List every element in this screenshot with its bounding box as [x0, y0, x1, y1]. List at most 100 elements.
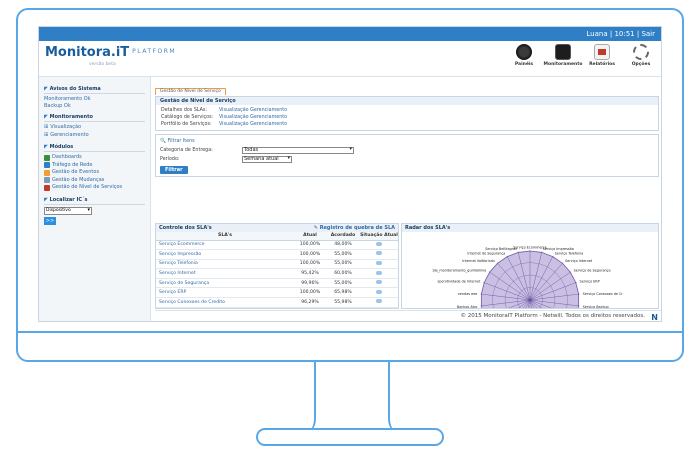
filter-button[interactable]: Filtrar	[160, 166, 188, 174]
row-links[interactable]: Visualização Gerenciamento	[219, 107, 287, 114]
sidebar-item-gerenciamento[interactable]: ⊞ Gerenciamento	[44, 132, 145, 140]
sla-name[interactable]: Serviço Internet	[156, 268, 294, 279]
modules-title: Módulos	[44, 144, 145, 152]
clock: 10:51	[614, 30, 635, 38]
column-header[interactable]: SLA's	[156, 232, 294, 241]
header-nav-label: Painéis	[514, 62, 534, 67]
row-label: Catálogo de Serviços:	[161, 115, 214, 120]
screen: Luana | 10:51 | Sair Monitora.iT PLATFORM…	[38, 26, 662, 322]
category-select[interactable]: Todas	[242, 147, 354, 154]
filter-period-row: Período: Semana atual	[160, 155, 654, 164]
module-item[interactable]: Gestão de Nível de Serviços	[44, 184, 145, 192]
module-item[interactable]: Dashboards	[44, 154, 145, 162]
header-nav: Painéis Monitoramento Relatórios Opções	[508, 44, 657, 67]
monitor-neck-left	[292, 361, 316, 437]
main-panel: Gestão de Nível de Serviço Gestão de Nív…	[155, 77, 659, 309]
module-item[interactable]: Tráfego de Rede	[44, 162, 145, 170]
sla-current: 100,00%	[294, 259, 326, 270]
ok-cloud-icon	[376, 280, 382, 285]
radar-axis-label: Sla_monitoramento_gurillamina	[432, 268, 486, 272]
device-select[interactable]: Dispositivo	[44, 206, 92, 215]
sla-name[interactable]: Serviço Telefonia	[156, 259, 294, 270]
locate-title: Localizar IC´s	[44, 197, 145, 205]
table-row[interactable]: Serviço Internet 95,42% 60,00%	[156, 268, 398, 279]
header-nav-gear[interactable]: Opções	[625, 44, 657, 67]
tab-gestao-nivel-servico[interactable]: Gestão de Nível de Serviço	[155, 88, 226, 95]
alerts-title: Avisos do Sistema	[44, 86, 145, 94]
locate-go-button[interactable]: >>	[44, 216, 56, 225]
filter-category-row: Categoria de Entrega: Todas	[160, 146, 654, 155]
sla-agreed: 48,00%	[326, 240, 360, 251]
sla-agreed: 55,00%	[326, 278, 360, 289]
sla-name[interactable]: Serviço backup	[156, 307, 294, 308]
radar-axis-label: Serviço Impressão	[543, 247, 574, 251]
table-row[interactable]: Serviço Impressão 100,00% 55,00%	[156, 249, 398, 260]
radar-axis-label: Serviço Telefonia	[555, 252, 584, 256]
sla-break-log-link[interactable]: ✎ Registro de quebra de SLA	[314, 224, 395, 232]
table-row[interactable]: Serviço backup99,76%50,00%	[156, 307, 398, 308]
module-label: Gestão de Mudanças	[52, 176, 105, 183]
sla-name[interactable]: Serviço Ecommerce	[156, 240, 294, 251]
bottom-panels: Controle dos SLA's ✎ Registro de quebra …	[155, 223, 659, 309]
module-icon	[44, 184, 50, 191]
sla-current: 100,00%	[294, 249, 326, 260]
filter-title: 🔍 Filtrar Itens	[160, 137, 654, 146]
sla-current: 100,00%	[294, 240, 326, 251]
radar-axis-label: vendas eee	[458, 292, 478, 296]
sidebar-item-label: Gerenciamento	[50, 131, 89, 138]
sla-agreed: 55,98%	[326, 297, 360, 308]
sla-current: 99,76%	[294, 307, 326, 308]
header-nav-monitor[interactable]: Monitoramento	[544, 44, 583, 67]
row-label: Detalhes dos SLAs:	[161, 108, 208, 113]
table-row[interactable]: Serviço de Segurança 99,96% 55,00%	[156, 278, 398, 289]
radar-axis-label: Serviço Internet	[565, 259, 593, 263]
sla-agreed: 65,98%	[326, 287, 360, 299]
radar-header: Radar dos SLA's	[402, 224, 658, 232]
ok-cloud-icon	[376, 270, 382, 275]
sla-status	[360, 249, 398, 260]
table-row[interactable]: Serviço Telefonia 100,00% 55,00%	[156, 259, 398, 270]
module-label: Gestão de Eventos	[52, 169, 100, 175]
module-item[interactable]: Gestão de Eventos	[44, 169, 145, 177]
logout-link[interactable]: Sair	[641, 30, 655, 38]
column-header[interactable]: Acordado	[326, 232, 360, 241]
service-links: Detalhes dos SLAs: Visualização Gerenciam…	[156, 105, 658, 130]
row-links[interactable]: Visualização Gerenciamento	[219, 121, 287, 128]
radar-axis-label: Serviço Bellitagran	[485, 247, 517, 251]
header-nav-report[interactable]: Relatórios	[586, 44, 618, 67]
sla-name[interactable]: Serviço Conexoes de Credito	[156, 297, 294, 308]
ok-cloud-icon	[376, 299, 382, 304]
table-row[interactable]: Serviço Ecommerce 100,00% 48,00%	[156, 240, 398, 251]
sla-name[interactable]: Serviço de Segurança	[156, 278, 294, 289]
period-select[interactable]: Semana atual	[242, 156, 292, 163]
monitor-neck-right	[388, 361, 412, 437]
sla-agreed: 50,00%	[326, 307, 360, 308]
header-nav-label: Monitoramento	[543, 62, 583, 67]
sla-name[interactable]: Serviço ERP	[156, 287, 294, 299]
sidebar-item-visualizacao[interactable]: ⊞ Visualização	[44, 124, 145, 132]
table-row[interactable]: Serviço ERP 100,00% 65,98%	[156, 287, 398, 299]
footer-copyright: © 2015 MonitoraIT Platform - Netwill. To…	[460, 313, 646, 319]
service-link-row: Detalhes dos SLAs: Visualização Gerenciam…	[156, 107, 658, 114]
module-icon	[44, 169, 50, 176]
radar-axis-label: Serviço Conexoes de Cr	[583, 292, 624, 296]
module-item[interactable]: Gestão de Mudanças	[44, 177, 145, 185]
ok-cloud-icon	[376, 251, 382, 256]
sla-status	[360, 297, 398, 308]
header-nav-gauge[interactable]: Painéis	[508, 44, 540, 67]
service-level-box: Gestão de Nível de Serviço Detalhes dos …	[155, 96, 659, 131]
radar-axis-label: Serviço ERP	[580, 280, 600, 284]
monitor-illustration: Luana | 10:51 | Sair Monitora.iT PLATFORM…	[0, 0, 700, 465]
sla-name[interactable]: Serviço Impressão	[156, 249, 294, 260]
sla-status	[360, 287, 398, 299]
app-logo[interactable]: Monitora.iT PLATFORM	[45, 45, 176, 60]
radar-axis-label: Internet de Segurança	[467, 252, 505, 256]
row-links[interactable]: Visualização Gerenciamento	[219, 114, 287, 121]
sla-table-title: Controle dos SLA's	[159, 225, 212, 231]
column-header[interactable]: Situação Atual	[360, 232, 398, 241]
table-row[interactable]: Serviço Conexoes de Credito 96,29% 55,98%	[156, 297, 398, 308]
sla-agreed: 60,00%	[326, 268, 360, 279]
radar-axis-label: Backup Atro	[457, 305, 478, 309]
sla-status	[360, 307, 398, 308]
column-header[interactable]: Atual	[294, 232, 326, 241]
